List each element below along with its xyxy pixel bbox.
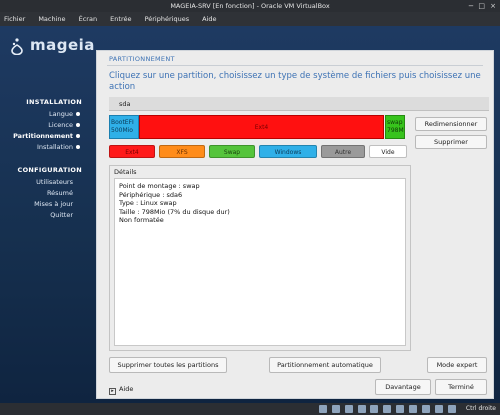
- step-utilisateurs-label: Utilisateurs: [36, 178, 73, 186]
- step-done-dot-icon: [76, 123, 80, 127]
- done-button[interactable]: Terminé: [435, 379, 487, 395]
- menu-aide[interactable]: Aide: [202, 15, 216, 23]
- partition-bootefi-size: 500Mio: [111, 127, 133, 134]
- step-langue-label: Langue: [49, 110, 73, 118]
- details-label: Détails: [114, 168, 137, 176]
- optical-drive-icon[interactable]: [331, 405, 340, 413]
- details-text: Point de montage : swap Périphérique : s…: [114, 178, 406, 346]
- menu-peripheriques[interactable]: Périphériques: [145, 15, 190, 23]
- vbox-statusbar: Ctrl droite: [0, 403, 500, 415]
- step-done-dot-icon: [76, 112, 80, 116]
- step-langue: Langue: [4, 109, 82, 120]
- close-icon[interactable]: ×: [490, 0, 496, 12]
- partitioning-panel: PARTITIONNEMENT Cliquez sur une partitio…: [96, 50, 494, 399]
- minimize-icon[interactable]: −: [468, 0, 474, 12]
- auto-partitioning-button[interactable]: Partitionnement automatique: [269, 357, 381, 373]
- maximize-icon[interactable]: □: [478, 0, 485, 12]
- help-label: Aide: [119, 385, 134, 393]
- step-utilisateurs: Utilisateurs: [4, 177, 82, 188]
- drive-tab-sda[interactable]: sda: [109, 97, 489, 111]
- more-button[interactable]: Davantage: [375, 379, 431, 395]
- step-resume-label: Résumé: [46, 189, 73, 197]
- delete-button[interactable]: Supprimer: [415, 135, 487, 149]
- partition-bootefi[interactable]: BootEFI 500Mio: [109, 115, 139, 139]
- details-frame: Détails Point de montage : swap Périphér…: [109, 165, 411, 351]
- partition-map: BootEFI 500Mio Ext4 swap 798Mio: [109, 115, 405, 139]
- step-quitter: Quitter: [4, 210, 82, 221]
- configuration-steps: CONFIGURATION Utilisateurs Résumé Mises …: [4, 166, 82, 221]
- fs-windows-button[interactable]: Windows: [259, 145, 317, 158]
- partition-swap-size: 798Mio: [387, 127, 404, 134]
- step-done-dot-icon: [76, 145, 80, 149]
- step-pending-dot-icon: [76, 180, 80, 184]
- expert-mode-button[interactable]: Mode expert: [427, 357, 487, 373]
- fs-xfs-button[interactable]: XFS: [159, 145, 205, 158]
- step-mises-a-jour-label: Mises à jour: [34, 200, 73, 208]
- host-key-label: Ctrl droite: [465, 405, 496, 412]
- step-pending-dot-icon: [76, 202, 80, 206]
- mouse-integration-icon[interactable]: [435, 405, 444, 413]
- step-mises-a-jour: Mises à jour: [4, 199, 82, 210]
- configuration-heading: CONFIGURATION: [17, 166, 82, 174]
- panel-title: PARTITIONNEMENT: [109, 55, 175, 63]
- details-line: Non formatée: [119, 216, 164, 224]
- details-line: Point de montage : swap: [119, 182, 200, 190]
- display-icon[interactable]: [396, 405, 405, 413]
- shared-folder-icon[interactable]: [383, 405, 392, 413]
- partition-root[interactable]: Ext4: [139, 115, 384, 139]
- menubar: Fichier Machine Écran Entrée Périphériqu…: [0, 12, 500, 26]
- fs-ext4-button[interactable]: Ext4: [109, 145, 155, 158]
- mageia-logo: mageia: [8, 34, 98, 58]
- partition-bootefi-name: BootEFI: [111, 119, 134, 126]
- installation-heading: INSTALLATION: [26, 98, 82, 106]
- step-licence: Licence: [4, 120, 82, 131]
- step-partitionnement-label: Partitionnement: [13, 132, 73, 140]
- drive-tab-label: sda: [119, 100, 131, 108]
- menu-fichier[interactable]: Fichier: [4, 15, 25, 23]
- step-pending-dot-icon: [76, 191, 80, 195]
- partition-swap[interactable]: swap 798Mio: [385, 115, 405, 139]
- audio-icon[interactable]: [344, 405, 353, 413]
- step-partitionnement: Partitionnement: [4, 131, 82, 142]
- cpu-icon[interactable]: [422, 405, 431, 413]
- menu-machine[interactable]: Machine: [38, 15, 65, 23]
- fs-vide-button[interactable]: Vide: [369, 145, 407, 158]
- step-installation-label: Installation: [36, 143, 73, 151]
- window-titlebar: MAGEIA-SRV [En fonction] - Oracle VM Vir…: [0, 0, 500, 12]
- installation-steps: INSTALLATION Langue Licence Partitionnem…: [4, 98, 82, 153]
- partition-swap-name: swap: [387, 119, 403, 126]
- guest-screen: mageia INSTALLATION Langue Licence Parti…: [0, 26, 500, 403]
- network-icon[interactable]: [357, 405, 366, 413]
- status-icons: [316, 405, 456, 413]
- keyboard-icon[interactable]: [448, 405, 456, 413]
- step-quitter-label: Quitter: [50, 211, 73, 219]
- step-licence-label: Licence: [48, 121, 73, 129]
- fs-type-buttons: Ext4 XFS Swap Windows Autre Vide: [109, 145, 407, 158]
- recording-icon[interactable]: [409, 405, 418, 413]
- step-current-dot-icon: [76, 134, 80, 138]
- details-line: Périphérique : sda6: [119, 190, 183, 199]
- window-title: MAGEIA-SRV [En fonction] - Oracle VM Vir…: [170, 2, 330, 10]
- partition-root-label: Ext4: [254, 124, 269, 131]
- resize-button[interactable]: Redimensionner: [415, 117, 487, 131]
- title-divider: [107, 65, 483, 66]
- delete-all-partitions-button[interactable]: Supprimer toutes les partitions: [109, 357, 227, 373]
- harddisk-icon[interactable]: [318, 405, 327, 413]
- fs-autre-button[interactable]: Autre: [321, 145, 365, 158]
- usb-icon[interactable]: [370, 405, 379, 413]
- mageia-drop-icon: [11, 38, 23, 55]
- details-line: Type : Linux swap: [119, 199, 177, 207]
- instruction-text: Cliquez sur une partition, choisissez un…: [109, 71, 481, 92]
- help-expander-icon: ▸: [109, 388, 116, 395]
- fs-swap-button[interactable]: Swap: [209, 145, 255, 158]
- menu-entree[interactable]: Entrée: [110, 15, 131, 23]
- logo-text: mageia: [30, 36, 95, 54]
- menu-ecran[interactable]: Écran: [79, 15, 97, 23]
- details-line: Taille : 798Mio (7% du disque dur): [119, 207, 230, 216]
- help-link[interactable]: ▸ Aide: [109, 385, 133, 395]
- step-resume: Résumé: [4, 188, 82, 199]
- step-installation: Installation: [4, 142, 82, 153]
- step-pending-dot-icon: [76, 213, 80, 217]
